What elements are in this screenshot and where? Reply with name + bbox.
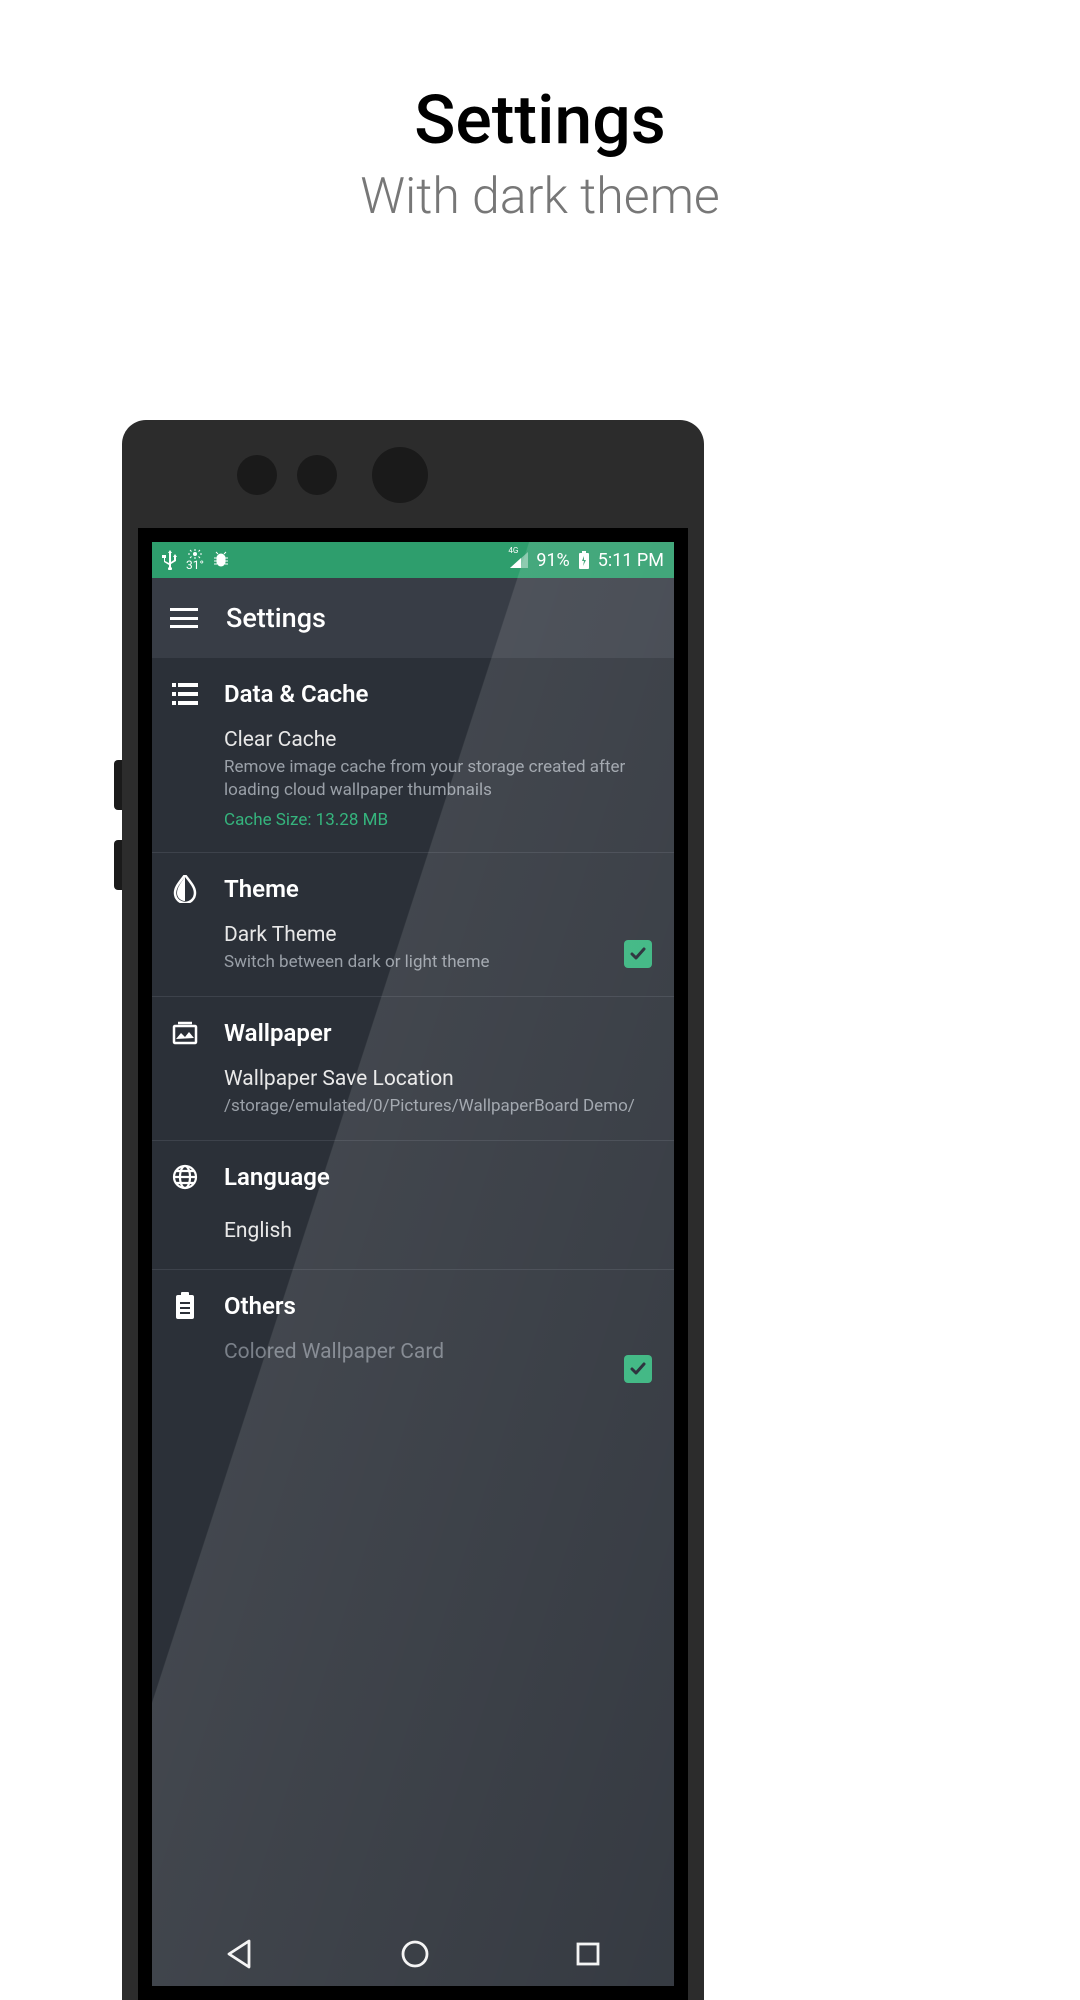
section-title: Others	[224, 1292, 296, 1320]
hamburger-menu-icon[interactable]	[170, 608, 198, 628]
section-title: Language	[224, 1163, 330, 1191]
section-wallpaper: Wallpaper Wallpaper Save Location /stora…	[152, 997, 674, 1141]
invert-colors-icon	[170, 875, 200, 903]
item-title: Wallpaper Save Location	[224, 1067, 656, 1091]
section-title: Data & Cache	[224, 680, 368, 708]
battery-icon	[578, 551, 590, 569]
storage-icon	[170, 683, 200, 705]
nav-back-icon[interactable]	[223, 1937, 257, 1975]
checkbox-dark-theme[interactable]	[624, 940, 652, 968]
promo-title: Settings	[0, 80, 1080, 160]
phone-side-button	[114, 760, 122, 810]
promo-subtitle: With dark theme	[0, 168, 1080, 226]
item-language[interactable]: English	[152, 1201, 674, 1269]
clock-time: 5:11 PM	[598, 550, 664, 571]
phone-sensor	[372, 447, 428, 503]
section-title: Theme	[224, 875, 299, 903]
nav-recent-icon[interactable]	[573, 1939, 603, 1973]
signal-icon: 4G	[510, 552, 528, 568]
phone-screen-bezel: 31° 4G 91% 5:11 PM	[138, 528, 688, 2000]
section-theme: Theme Dark Theme Switch between dark or …	[152, 853, 674, 997]
item-desc: Switch between dark or light theme	[224, 951, 656, 974]
weather-icon: 31°	[186, 549, 204, 571]
cache-size-label: Cache Size: 13.28 MB	[224, 810, 656, 830]
wallpaper-icon	[170, 1021, 200, 1045]
globe-icon	[170, 1164, 200, 1190]
clipboard-icon	[170, 1292, 200, 1320]
item-title: Colored Wallpaper Card	[224, 1340, 656, 1364]
debug-icon	[212, 551, 230, 569]
section-title: Wallpaper	[224, 1019, 331, 1047]
phone-screen: 31° 4G 91% 5:11 PM	[152, 542, 674, 1986]
item-desc: Remove image cache from your storage cre…	[224, 756, 656, 802]
item-save-location[interactable]: Wallpaper Save Location /storage/emulate…	[152, 1057, 674, 1140]
section-others: Others Colored Wallpaper Card	[152, 1270, 674, 1408]
item-desc: /storage/emulated/0/Pictures/WallpaperBo…	[224, 1095, 656, 1118]
item-clear-cache[interactable]: Clear Cache Remove image cache from your…	[152, 718, 674, 852]
phone-sensor	[297, 455, 337, 495]
battery-percent: 91%	[536, 550, 569, 571]
section-data-cache: Data & Cache Clear Cache Remove image ca…	[152, 658, 674, 853]
phone-side-button	[114, 840, 122, 890]
item-title: Dark Theme	[224, 923, 656, 947]
settings-list[interactable]: Data & Cache Clear Cache Remove image ca…	[152, 658, 674, 1408]
item-title: Clear Cache	[224, 728, 656, 752]
app-bar-title: Settings	[226, 602, 326, 634]
phone-frame: 31° 4G 91% 5:11 PM	[122, 420, 704, 2000]
nav-home-icon[interactable]	[399, 1938, 431, 1974]
usb-icon	[162, 550, 178, 570]
item-colored-wallpaper-card[interactable]: Colored Wallpaper Card	[152, 1330, 674, 1408]
app-bar: Settings	[152, 578, 674, 658]
phone-sensor	[237, 455, 277, 495]
temperature-value: 31°	[186, 559, 204, 571]
status-bar: 31° 4G 91% 5:11 PM	[152, 542, 674, 578]
checkbox-colored-card[interactable]	[624, 1355, 652, 1383]
section-language: Language English	[152, 1141, 674, 1270]
item-dark-theme[interactable]: Dark Theme Switch between dark or light …	[152, 913, 674, 996]
android-nav-bar	[152, 1926, 674, 1986]
language-value: English	[224, 1219, 656, 1243]
